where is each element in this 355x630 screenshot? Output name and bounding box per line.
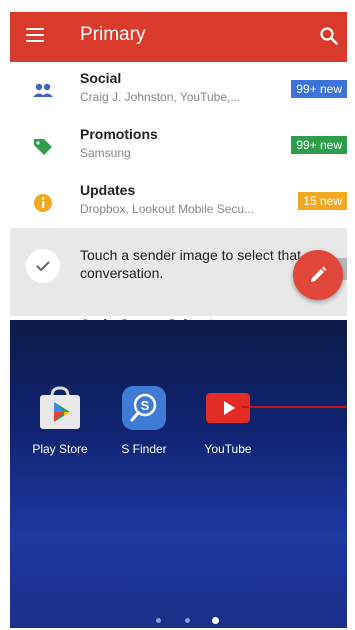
category-social[interactable]: Social Craig J. Johnston, YouTube,... 99…: [10, 62, 347, 119]
app-youtube[interactable]: YouTube: [188, 384, 268, 456]
category-updates[interactable]: Updates Dropbox, Lookout Mobile Secu... …: [10, 174, 347, 231]
category-senders: Dropbox, Lookout Mobile Secu...: [80, 202, 255, 216]
category-label: Social: [80, 70, 122, 86]
app-label: YouTube: [204, 442, 252, 456]
page-indicator[interactable]: [10, 616, 347, 626]
page-dot: [185, 618, 190, 623]
people-icon: [33, 83, 53, 97]
page-dot: [156, 618, 161, 623]
search-icon[interactable]: [319, 26, 339, 46]
compose-button[interactable]: [293, 250, 343, 300]
pencil-icon: [311, 266, 327, 282]
category-label: Promotions: [80, 126, 158, 142]
callout-line: [242, 406, 347, 408]
category-senders: Craig J. Johnston, YouTube,...: [80, 90, 241, 104]
app-play-store[interactable]: Play Store: [20, 384, 100, 456]
new-count-badge: 99+ new: [291, 80, 347, 98]
page-title: Primary: [80, 24, 146, 45]
menu-icon[interactable]: [26, 28, 44, 42]
s-finder-icon: S: [120, 384, 168, 432]
svg-text:S: S: [141, 398, 150, 413]
category-label: Updates: [80, 182, 136, 198]
category-promotions[interactable]: Promotions Samsung 99+ new: [10, 118, 347, 175]
phone-screen: Primary Social Craig J. Johnston, YouTub…: [10, 12, 347, 628]
play-store-icon: [36, 384, 84, 432]
tag-icon: [34, 139, 52, 155]
check-icon[interactable]: [26, 249, 60, 283]
app-bar: Primary: [10, 12, 347, 62]
app-s-finder[interactable]: S S Finder: [104, 384, 184, 456]
app-label: S Finder: [121, 442, 167, 456]
app-label: Play Store: [32, 442, 88, 456]
home-screen: Play Store S S Finder YouTube: [10, 320, 347, 628]
new-count-badge: 99+ new: [291, 136, 347, 154]
info-icon: [34, 194, 52, 212]
page-dot-current: [212, 617, 219, 624]
youtube-icon: [204, 384, 252, 432]
category-senders: Samsung: [80, 146, 131, 160]
new-count-badge: 15 new: [298, 192, 347, 210]
